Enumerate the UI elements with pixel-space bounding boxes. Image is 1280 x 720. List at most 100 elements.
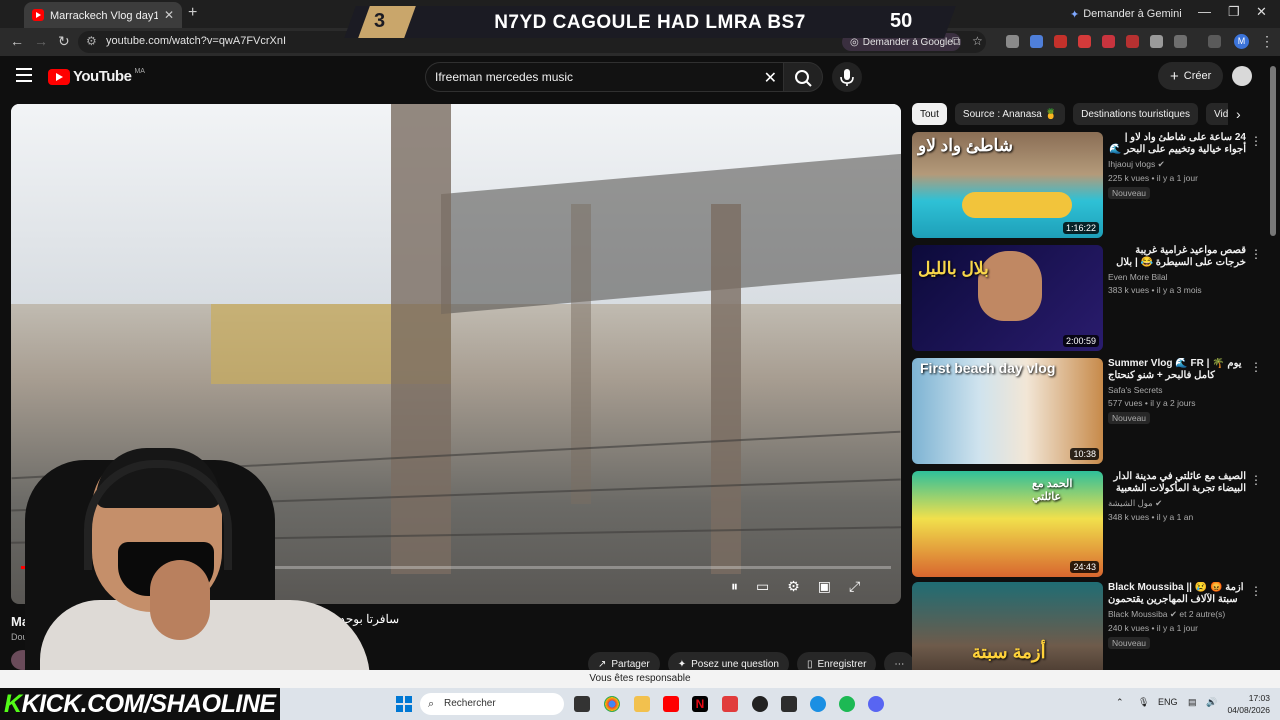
recommendation-meta: 348 k vues • il y a 1 an	[1108, 512, 1194, 522]
extension-icon[interactable]	[1006, 35, 1019, 48]
close-tab-icon[interactable]: ✕	[164, 8, 174, 22]
recommendation-item[interactable]: First beach day vlog 10:38 Summer Vlog 🌊…	[912, 358, 1262, 466]
extension-icon[interactable]	[1030, 35, 1043, 48]
browser-tab[interactable]: Marrackech Vlog day1 📶🔋🔊 ✕	[24, 2, 182, 28]
extension-icon[interactable]	[1126, 35, 1139, 48]
youtube-app-icon[interactable]	[663, 696, 679, 712]
subtitles-icon[interactable]: ▭	[756, 578, 769, 595]
menu-icon[interactable]	[16, 68, 32, 82]
fullscreen-icon[interactable]: ⤢	[849, 578, 860, 595]
network-icon[interactable]: ▤	[1188, 697, 1197, 708]
pedal-boat-shape	[962, 192, 1072, 218]
recommendation-channel[interactable]: Black Moussiba ✔ et 2 autre(s)	[1108, 609, 1246, 620]
extension-icon[interactable]	[1054, 35, 1067, 48]
back-icon[interactable]: ←	[10, 33, 24, 49]
chip-destinations[interactable]: Destinations touristiques	[1073, 103, 1199, 125]
browser-menu-icon[interactable]: ⋮	[1260, 33, 1274, 50]
task-view-icon[interactable]	[574, 696, 590, 712]
video-thumbnail[interactable]: First beach day vlog 10:38	[912, 358, 1103, 464]
create-button[interactable]: + Créer	[1158, 62, 1224, 90]
search-button[interactable]	[783, 62, 823, 92]
minimize-icon[interactable]: —	[1198, 4, 1211, 19]
filter-chips: Tout Source : Ananasa 🍍 Destinations tou…	[912, 103, 1228, 125]
windows-start-icon[interactable]	[396, 696, 412, 712]
more-options-icon[interactable]: ⋮	[1250, 360, 1262, 374]
search-input[interactable]: Ifreeman mercedes music ✕	[425, 62, 783, 92]
recommendation-channel[interactable]: Ihjaouj vlogs ✔	[1108, 159, 1246, 170]
chrome-icon[interactable]	[604, 696, 620, 712]
pause-icon[interactable]: ⏸	[731, 578, 738, 595]
more-options-icon[interactable]: ⋮	[1250, 247, 1262, 261]
more-options-icon[interactable]: ⋮	[1250, 584, 1262, 598]
forward-icon[interactable]: →	[34, 33, 48, 49]
video-thumbnail[interactable]: أزمة سبتة	[912, 582, 1103, 670]
spotify-icon[interactable]	[839, 696, 855, 712]
new-tab-icon[interactable]: +	[188, 4, 197, 22]
voice-search-button[interactable]	[832, 62, 862, 92]
duration-badge: 2:00:59	[1062, 335, 1099, 347]
page-scrollbar[interactable]	[1270, 66, 1276, 236]
browser-profile-avatar[interactable]: M	[1234, 34, 1249, 49]
netflix-icon[interactable]: N	[692, 696, 708, 712]
discord-icon[interactable]	[868, 696, 884, 712]
gemini-button[interactable]: ✦ Demander à Gemini	[1070, 5, 1182, 23]
extension-icon[interactable]	[1150, 35, 1163, 48]
file-explorer-icon[interactable]	[634, 696, 650, 712]
extension-icon[interactable]	[1102, 35, 1115, 48]
recommendation-item[interactable]: الحمد مع عائلتي 24:43 الصيف مع عائلتي في…	[912, 471, 1262, 579]
tray-mic-icon[interactable]: 🎙	[1138, 697, 1149, 708]
recommendation-title[interactable]: الصيف مع عائلتي في مدينة الدار البيضاء ت…	[1108, 471, 1246, 495]
taskbar-clock[interactable]: 17:03 04/08/2026	[1224, 692, 1270, 716]
recommendation-title[interactable]: قصص مواعيد غرامية غريبة خرجات على السيطر…	[1108, 245, 1246, 269]
recommendation-channel[interactable]: Safa's Secrets	[1108, 385, 1246, 395]
recommendation-item[interactable]: بلال بالليل 2:00:59 قصص مواعيد غرامية غر…	[912, 245, 1262, 353]
taskbar-search-placeholder: Rechercher	[444, 698, 496, 709]
thumbnail-text: شاطئ واد لاو	[918, 136, 1013, 155]
banner-headline: N7YD CAGOULE HAD LMRA BS7	[494, 12, 806, 33]
chip-source[interactable]: Source : Ananasa 🍍	[954, 103, 1066, 125]
clear-search-icon[interactable]: ✕	[764, 68, 777, 88]
site-info-icon[interactable]: ⚙	[86, 34, 97, 48]
cast-icon[interactable]: ⧉	[952, 34, 961, 49]
obs-icon[interactable]	[752, 696, 768, 712]
bookmark-star-icon[interactable]: ☆	[972, 34, 983, 48]
video-thumbnail[interactable]: الحمد مع عائلتي 24:43	[912, 471, 1103, 577]
streamer-webcam	[0, 440, 390, 690]
restore-icon[interactable]: ❐	[1228, 4, 1240, 20]
app-icon[interactable]	[781, 696, 797, 712]
volume-icon[interactable]: 🔊	[1206, 697, 1217, 708]
theater-mode-icon[interactable]: ▣	[818, 578, 831, 595]
extension-icon[interactable]	[1078, 35, 1091, 48]
close-window-icon[interactable]: ✕	[1256, 4, 1267, 20]
youtube-play-icon	[48, 68, 70, 85]
recommendation-channel[interactable]: Even More Bilal	[1108, 272, 1246, 282]
recommendation-item[interactable]: أزمة سبتة Black Moussiba || 😢 😡 أزمة سبت…	[912, 582, 1262, 670]
video-thumbnail[interactable]: شاطئ واد لاو 1:16:22	[912, 132, 1103, 238]
video-thumbnail[interactable]: بلال بالليل 2:00:59	[912, 245, 1103, 351]
recommendation-title[interactable]: Summer Vlog 🌊 FR | 🌴 يوم كامل فالبحر + ش…	[1108, 358, 1246, 382]
more-options-icon[interactable]: ⋮	[1250, 134, 1262, 148]
account-avatar[interactable]	[1232, 66, 1252, 86]
chevron-right-icon[interactable]: ›	[1236, 106, 1241, 122]
recommendation-item[interactable]: شاطئ واد لاو 1:16:22 24 ساعة على شاطئ وا…	[912, 132, 1262, 240]
chip-all[interactable]: Tout	[912, 103, 947, 125]
input-language[interactable]: ENG	[1158, 697, 1178, 707]
taskbar-search[interactable]: ⌕ Rechercher	[420, 693, 564, 715]
tray-chevron-icon[interactable]: ⌃	[1116, 697, 1124, 708]
responsibility-notice: Vous êtes responsable	[0, 670, 1280, 688]
recommendation-channel[interactable]: مول الشيشة ✔	[1108, 498, 1246, 509]
more-options-icon[interactable]: ⋮	[1250, 473, 1262, 487]
reading-list-icon[interactable]	[1208, 35, 1221, 48]
reload-icon[interactable]: ↻	[58, 33, 70, 50]
thumbnail-text: الحمد مع عائلتي	[1032, 478, 1073, 503]
recommendation-title[interactable]: 24 ساعة على شاطئ واد لاو | أجواء خيالية …	[1108, 132, 1246, 156]
edge-icon[interactable]	[810, 696, 826, 712]
extensions-puzzle-icon[interactable]	[1174, 35, 1187, 48]
settings-gear-icon[interactable]: ⚙	[787, 578, 800, 595]
youtube-logo[interactable]: YouTube MA	[48, 68, 145, 85]
adobe-icon[interactable]	[722, 696, 738, 712]
chip-videos[interactable]: Vidéos	[1206, 103, 1228, 125]
duration-badge: 24:43	[1070, 561, 1099, 573]
recommendation-title[interactable]: Black Moussiba || 😢 😡 أزمة سبتة الآلاف ا…	[1108, 582, 1246, 606]
video-frame-pillar	[571, 204, 591, 504]
